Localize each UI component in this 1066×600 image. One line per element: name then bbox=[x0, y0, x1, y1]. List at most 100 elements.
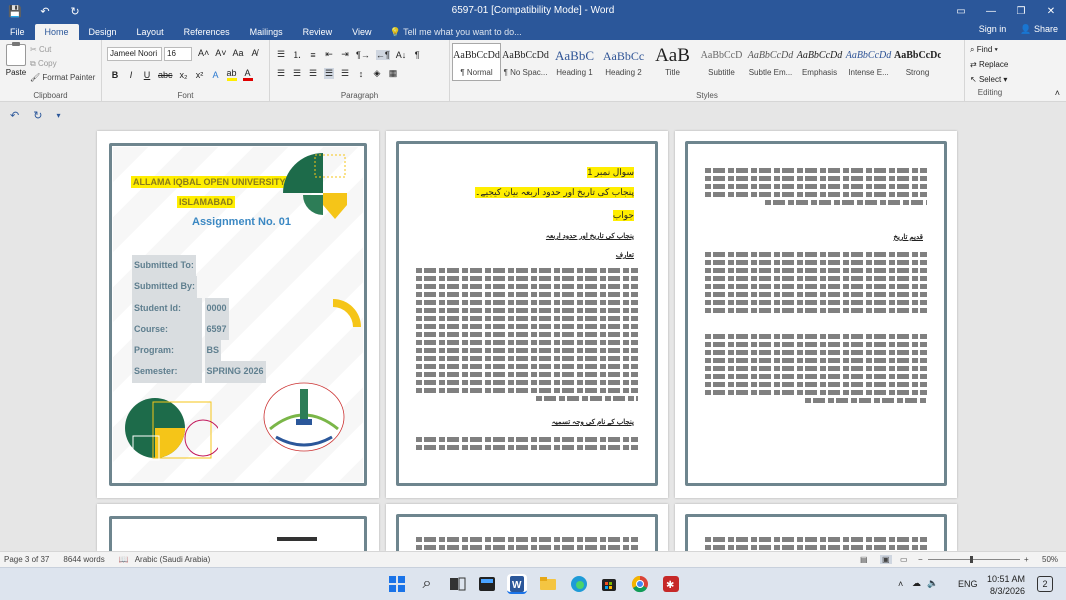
subscript-button[interactable]: x₂ bbox=[179, 70, 189, 80]
app-icon[interactable]: ✱ bbox=[661, 574, 681, 594]
web-layout-icon[interactable]: ▭ bbox=[900, 555, 908, 564]
select-button[interactable]: ↖ Select ▾ bbox=[970, 72, 1008, 87]
cut-button[interactable]: ✂ Cut bbox=[30, 43, 95, 57]
chrome-icon[interactable] bbox=[630, 574, 650, 594]
page-question-1[interactable]: سوال نمبر 1 پنجاب کی تاریخ اور حدود اربع… bbox=[386, 131, 668, 498]
style-normal[interactable]: AaBbCcDd ¶ Normal bbox=[452, 43, 501, 81]
zoom-out-button[interactable]: − bbox=[918, 555, 923, 564]
style-title[interactable]: AaB Title bbox=[648, 43, 697, 81]
tab-design[interactable]: Design bbox=[79, 24, 127, 40]
file-explorer-icon[interactable] bbox=[538, 574, 558, 594]
zoom-level[interactable]: 50% bbox=[1042, 555, 1058, 564]
style-subtitle[interactable]: AaBbCcD Subtitle bbox=[697, 43, 746, 81]
borders-icon[interactable]: ▦ bbox=[388, 68, 398, 79]
share-button[interactable]: 👤 Share bbox=[1020, 24, 1058, 35]
proofing-icon[interactable]: 📖 bbox=[119, 555, 129, 564]
show-hidden-icons[interactable]: ˄ bbox=[898, 579, 903, 589]
ribbon-display-icon[interactable]: ▭ bbox=[946, 0, 976, 22]
restore-button[interactable]: ❐ bbox=[1006, 0, 1036, 22]
page-5[interactable] bbox=[386, 504, 668, 555]
tab-references[interactable]: References bbox=[174, 24, 240, 40]
underline-button[interactable]: U bbox=[142, 70, 152, 80]
shrink-font-icon[interactable]: A˅ bbox=[215, 48, 226, 58]
ltr-icon[interactable]: ¶→ bbox=[356, 50, 370, 60]
input-language[interactable]: ENG bbox=[958, 579, 978, 589]
undo-icon[interactable]: ↶ bbox=[30, 5, 60, 18]
bold-button[interactable]: B bbox=[110, 70, 120, 80]
style-strong[interactable]: AaBbCcDc Strong bbox=[893, 43, 942, 81]
style-intense-emphasis[interactable]: AaBbCcDd Intense E... bbox=[844, 43, 893, 81]
customize-icon[interactable]: ▾ bbox=[56, 111, 60, 120]
read-mode-icon[interactable]: ▤ bbox=[860, 555, 868, 564]
repeat-icon[interactable]: ↻ bbox=[33, 109, 42, 122]
style-heading-2[interactable]: AaBbCc Heading 2 bbox=[599, 43, 648, 81]
widgets-icon[interactable] bbox=[477, 574, 497, 594]
task-view-icon[interactable] bbox=[447, 574, 467, 594]
style-heading-1[interactable]: AaBbC Heading 1 bbox=[550, 43, 599, 81]
distributed-icon[interactable]: ☰ bbox=[340, 68, 350, 79]
notifications-icon[interactable]: 2 bbox=[1037, 576, 1053, 592]
justify-icon[interactable]: ☰ bbox=[324, 68, 334, 79]
clear-format-icon[interactable]: A̸ bbox=[250, 48, 260, 58]
line-spacing-icon[interactable]: ↕ bbox=[356, 69, 366, 79]
store-icon[interactable] bbox=[599, 574, 619, 594]
sign-in-link[interactable]: Sign in bbox=[979, 24, 1007, 35]
minimize-button[interactable]: — bbox=[976, 0, 1006, 22]
align-center-icon[interactable]: ☰ bbox=[292, 68, 302, 79]
superscript-button[interactable]: x² bbox=[195, 70, 205, 80]
align-left-icon[interactable]: ☰ bbox=[276, 68, 286, 79]
replace-button[interactable]: ⇄ Replace bbox=[970, 57, 1008, 72]
tab-layout[interactable]: Layout bbox=[127, 24, 174, 40]
tab-review[interactable]: Review bbox=[293, 24, 343, 40]
print-layout-icon[interactable]: ▣ bbox=[880, 555, 892, 564]
page-history[interactable]: قدیم تاریخ bbox=[675, 131, 957, 498]
change-case-icon[interactable]: Aa bbox=[233, 48, 244, 58]
paste-button[interactable]: Paste bbox=[4, 42, 28, 77]
tell-me-box[interactable]: 💡 Tell me what you want to do... bbox=[390, 24, 522, 40]
rtl-icon[interactable]: ←¶ bbox=[375, 49, 390, 60]
tab-home[interactable]: Home bbox=[34, 24, 79, 40]
decrease-indent-icon[interactable]: ⇤ bbox=[324, 49, 334, 60]
language-indicator[interactable]: Arabic (Saudi Arabia) bbox=[135, 555, 211, 564]
align-right-icon[interactable]: ☰ bbox=[308, 68, 318, 79]
increase-indent-icon[interactable]: ⇥ bbox=[340, 49, 350, 60]
font-size-select[interactable]: 16 bbox=[164, 47, 192, 61]
show-marks-icon[interactable]: ¶ bbox=[412, 50, 422, 60]
style-emphasis[interactable]: AaBbCcDd Emphasis bbox=[795, 43, 844, 81]
start-icon[interactable] bbox=[387, 574, 407, 594]
edge-icon[interactable] bbox=[569, 574, 589, 594]
system-tray[interactable]: ☁ 🔈 bbox=[912, 578, 938, 589]
multilevel-icon[interactable]: ≡ bbox=[308, 50, 318, 60]
search-icon[interactable]: ⌕ bbox=[417, 574, 437, 594]
close-button[interactable]: ✕ bbox=[1036, 0, 1066, 22]
tab-view[interactable]: View bbox=[342, 24, 381, 40]
page-6[interactable] bbox=[675, 504, 957, 555]
page-count[interactable]: Page 3 of 37 bbox=[4, 555, 49, 564]
onedrive-icon[interactable]: ☁ bbox=[912, 578, 921, 589]
style-no-spacing[interactable]: AaBbCcDd ¶ No Spac... bbox=[501, 43, 550, 81]
redo-icon[interactable]: ↻ bbox=[60, 5, 90, 18]
volume-icon[interactable]: 🔈 bbox=[927, 578, 938, 589]
highlight-icon[interactable]: ab bbox=[226, 68, 237, 81]
page-4[interactable] bbox=[97, 504, 379, 555]
save-icon[interactable]: 💾 bbox=[0, 5, 30, 18]
bullets-icon[interactable]: ☰ bbox=[276, 49, 286, 60]
clock[interactable]: 10:51 AM 8/3/2026 bbox=[985, 573, 1025, 597]
tab-file[interactable]: File bbox=[0, 24, 35, 40]
undo-icon[interactable]: ↶ bbox=[10, 109, 19, 122]
format-painter-button[interactable]: 🖌 Format Painter bbox=[30, 71, 95, 85]
style-subtle-emphasis[interactable]: AaBbCcDd Subtle Em... bbox=[746, 43, 795, 81]
font-color-icon[interactable]: A bbox=[242, 68, 253, 81]
page-cover[interactable]: ALLAMA IQBAL OPEN UNIVERSITY ISLAMABAD A… bbox=[97, 131, 379, 498]
strikethrough-button[interactable]: abc bbox=[158, 70, 173, 80]
word-count[interactable]: 8644 words bbox=[63, 555, 104, 564]
sort-icon[interactable]: A↓ bbox=[396, 50, 407, 60]
find-button[interactable]: ⌕ Find ▾ bbox=[970, 42, 1008, 57]
grow-font-icon[interactable]: A˄ bbox=[198, 48, 209, 58]
text-effects-icon[interactable]: A bbox=[211, 70, 221, 80]
tab-mailings[interactable]: Mailings bbox=[240, 24, 293, 40]
copy-button[interactable]: ⧉ Copy bbox=[30, 57, 95, 71]
zoom-slider[interactable] bbox=[928, 556, 1020, 563]
word-app-icon[interactable]: W bbox=[507, 574, 527, 594]
collapse-ribbon-icon[interactable]: ˄ bbox=[1055, 88, 1060, 98]
